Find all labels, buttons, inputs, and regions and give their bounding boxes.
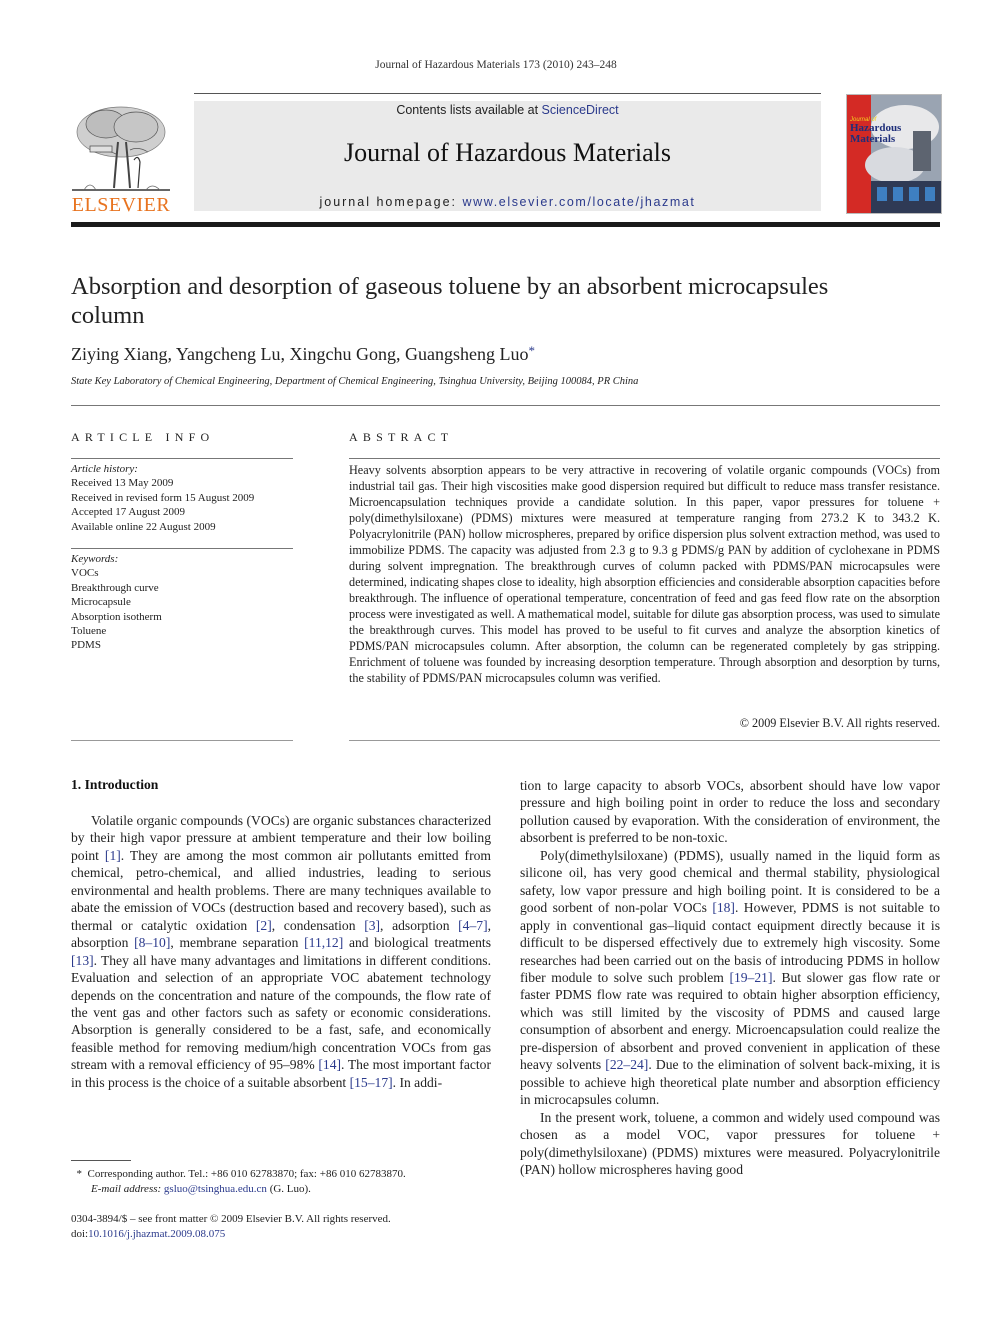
history-item: Accepted 17 August 2009 xyxy=(71,506,185,519)
abstract-text: Heavy solvents absorption appears to be … xyxy=(349,463,940,685)
body-text: . They all have many advantages and limi… xyxy=(71,952,491,1073)
history-item: Available online 22 August 2009 xyxy=(71,520,216,533)
citation-link[interactable]: [22–24] xyxy=(605,1057,648,1072)
footnote-rule xyxy=(71,1160,131,1161)
contents-prefix: Contents lists available at xyxy=(396,103,542,117)
email-link[interactable]: gsluo@tsinghua.edu.cn xyxy=(164,1183,267,1195)
body-column-right: tion to large capacity to absorb VOCs, a… xyxy=(520,777,940,1178)
body-text: , membrane separation xyxy=(170,935,305,951)
author-list: Ziying Xiang, Yangcheng Lu, Xingchu Gong… xyxy=(71,343,535,365)
citation-link[interactable]: [11,12] xyxy=(304,935,343,950)
history-item: Received 13 May 2009 xyxy=(71,477,174,490)
body-text: , adsorption xyxy=(380,917,459,933)
body-text: , condensation xyxy=(271,917,365,933)
doi-link[interactable]: 10.1016/j.jhazmat.2009.08.075 xyxy=(88,1228,225,1240)
corresponding-author-footnote: * Corresponding author. Tel.: +86 010 62… xyxy=(71,1167,501,1196)
header-rule xyxy=(194,93,821,94)
abstract-bottom-rule xyxy=(349,740,940,741)
history-item: Received in revised form 15 August 2009 xyxy=(71,491,255,504)
tree-icon xyxy=(72,106,170,191)
keyword: PDMS xyxy=(71,639,101,652)
issn-line: 0304-3894/$ – see front matter © 2009 El… xyxy=(71,1213,391,1225)
corresponding-author-marker[interactable]: * xyxy=(528,343,535,358)
footnote-marker: * xyxy=(76,1168,83,1180)
article-title: Absorption and desorption of gaseous tol… xyxy=(71,273,829,329)
article-history: Article history: Received 13 May 2009 Re… xyxy=(71,462,296,534)
doi-prefix: doi: xyxy=(71,1227,89,1240)
running-header: Journal of Hazardous Materials 173 (2010… xyxy=(375,59,617,71)
abstract-rule xyxy=(349,458,940,459)
email-label: E-mail address: xyxy=(91,1182,162,1195)
citation-link[interactable]: [13] xyxy=(71,953,94,968)
citation-link[interactable]: [14] xyxy=(318,1057,341,1072)
keywords-rule xyxy=(71,548,293,549)
contents-line: Contents lists available at ScienceDirec… xyxy=(194,103,821,117)
keywords: Keywords: VOCs Breakthrough curve Microc… xyxy=(71,552,296,653)
section-heading-introduction: 1. Introduction xyxy=(71,777,159,792)
article-info-rule xyxy=(71,458,293,459)
intro-paragraph-2: Poly(dimethylsiloxane) (PDMS), usually n… xyxy=(520,847,940,1109)
keyword: Microcapsule xyxy=(71,596,131,609)
journal-title: Journal of Hazardous Materials xyxy=(343,138,672,167)
citation-link[interactable]: [18] xyxy=(712,900,735,915)
title-divider xyxy=(71,405,940,406)
history-label: Article history: xyxy=(71,463,138,475)
front-matter: 0304-3894/$ – see front matter © 2009 El… xyxy=(71,1212,501,1241)
keyword: Absorption isotherm xyxy=(71,610,162,623)
intro-paragraph-1-continued: tion to large capacity to absorb VOCs, a… xyxy=(520,778,940,846)
cover-title-line3: Materials xyxy=(850,133,896,145)
abstract-heading: ABSTRACT xyxy=(349,430,454,444)
citation-link[interactable]: [19–21] xyxy=(729,970,772,985)
citation-link[interactable]: [4–7] xyxy=(458,918,487,933)
keywords-label: Keywords: xyxy=(71,553,119,565)
sciencedirect-link[interactable]: ScienceDirect xyxy=(542,103,619,117)
article-info-heading: ARTICLE INFO xyxy=(71,430,215,444)
citation-link[interactable]: [15–17] xyxy=(350,1075,393,1090)
body-text: and biological treatments xyxy=(343,935,491,951)
body-column-left: Volatile organic compounds (VOCs) are or… xyxy=(71,812,491,1091)
citation-link[interactable]: [3] xyxy=(364,918,380,933)
homepage-link[interactable]: www.elsevier.com/locate/jhazmat xyxy=(463,195,696,209)
citation-link[interactable]: [8–10] xyxy=(134,935,170,950)
citation-link[interactable]: [1] xyxy=(105,848,121,863)
email-suffix: (G. Luo). xyxy=(266,1182,311,1195)
intro-paragraph-1: Volatile organic compounds (VOCs) are or… xyxy=(71,812,491,1091)
journal-cover-image: Journal of Hazardous Materials xyxy=(846,94,942,214)
elsevier-wordmark: ELSEVIER xyxy=(71,194,171,216)
keyword: Breakthrough curve xyxy=(71,581,159,594)
keyword: VOCs xyxy=(71,567,99,580)
footnote-contact: Corresponding author. Tel.: +86 010 6278… xyxy=(87,1168,406,1180)
intro-paragraph-3: In the present work, toluene, a common a… xyxy=(520,1109,940,1177)
info-bottom-rule xyxy=(71,740,293,741)
body-text: . In addi- xyxy=(392,1074,443,1090)
journal-homepage: journal homepage: www.elsevier.com/locat… xyxy=(194,195,821,209)
affiliation: State Key Laboratory of Chemical Enginee… xyxy=(71,376,639,387)
keyword: Toluene xyxy=(71,625,107,638)
homepage-prefix: journal homepage: xyxy=(319,195,463,209)
abstract-copyright: © 2009 Elsevier B.V. All rights reserved… xyxy=(739,716,940,730)
authors-text: Ziying Xiang, Yangcheng Lu, Xingchu Gong… xyxy=(71,344,529,364)
masthead-divider xyxy=(71,222,940,227)
citation-link[interactable]: [2] xyxy=(256,918,272,933)
